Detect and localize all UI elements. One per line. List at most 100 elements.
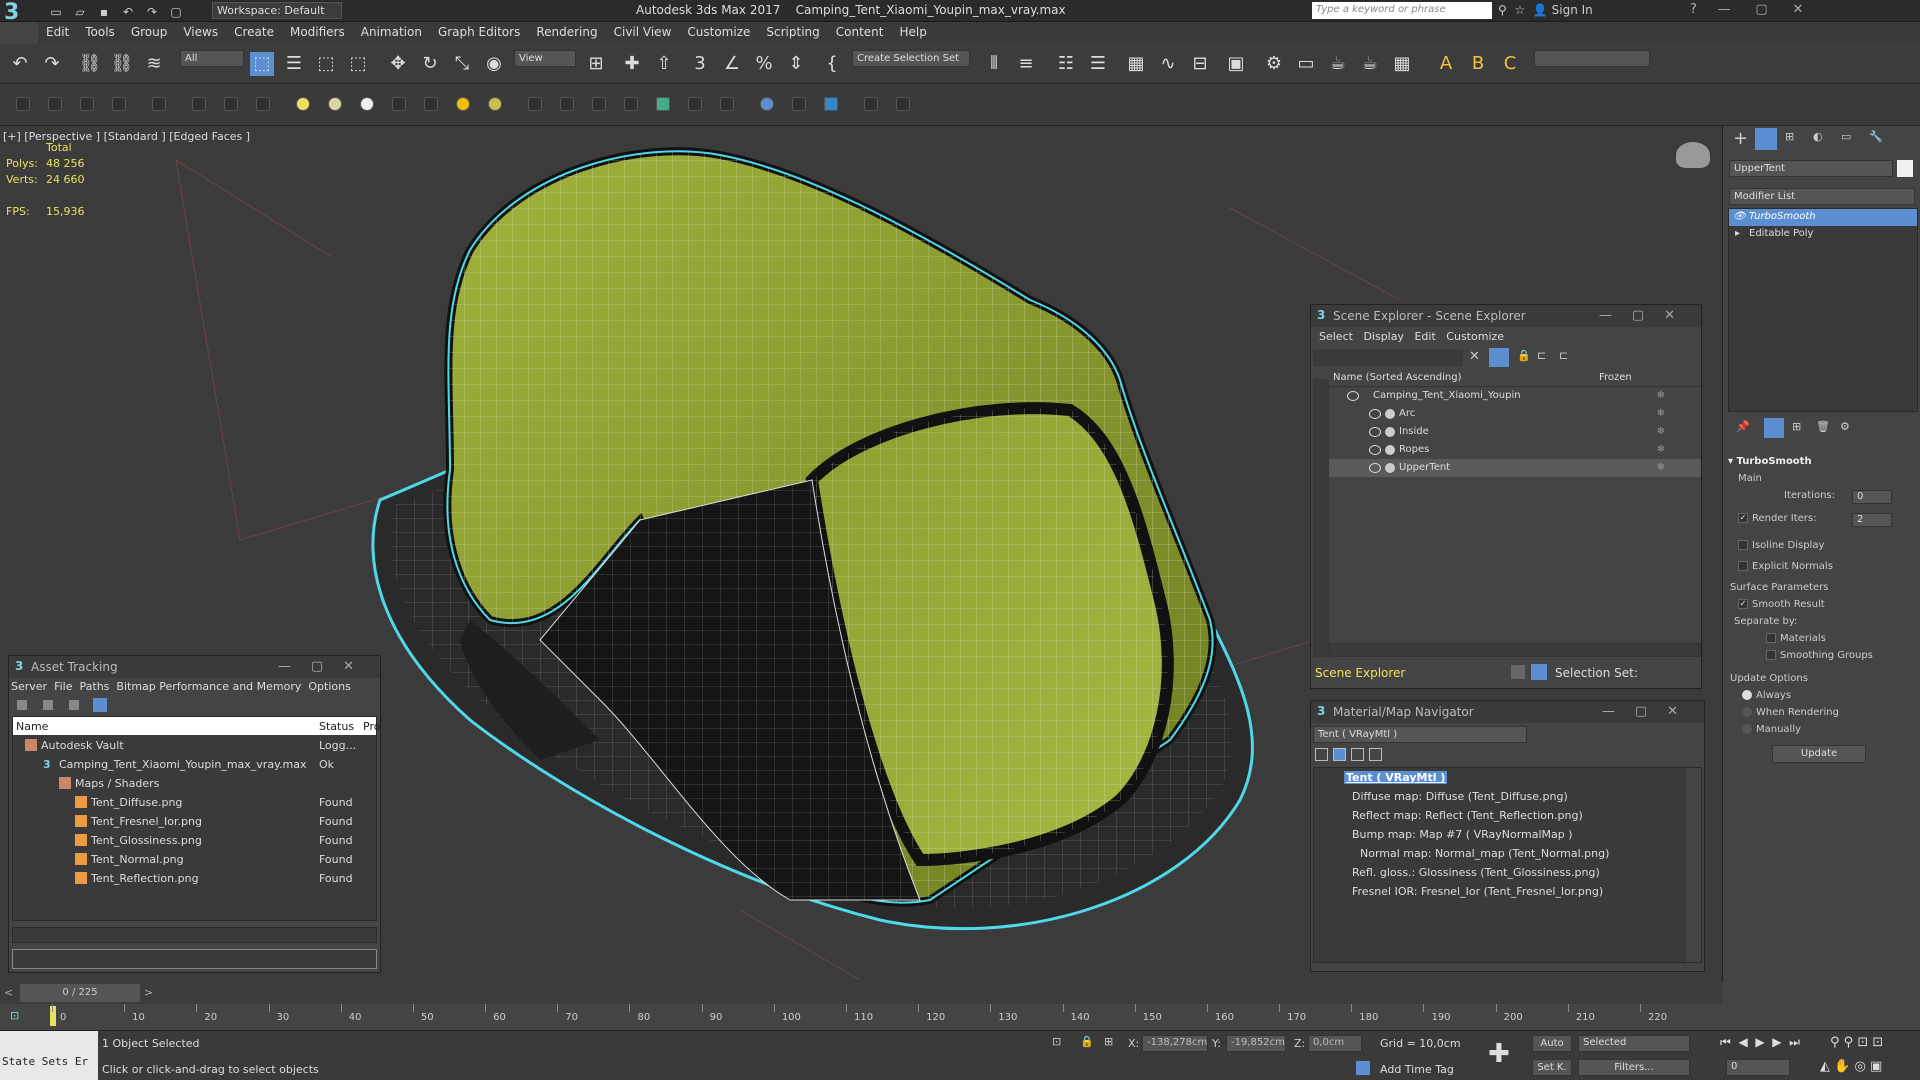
ribbon-tool-icon[interactable] — [152, 97, 166, 111]
zoom-all-icon[interactable]: ⚲ — [1844, 1035, 1854, 1050]
render-iters-checkbox[interactable]: ✓ — [1738, 513, 1748, 523]
menu-tools[interactable]: Tools — [77, 22, 123, 42]
prev-key-icon[interactable]: ◀ — [1738, 1035, 1747, 1049]
menu-display[interactable]: Display — [1363, 330, 1404, 343]
filters-button[interactable]: Filters... — [1578, 1059, 1690, 1076]
z-coordinate-field[interactable]: 0,0cm — [1308, 1035, 1362, 1052]
configure-sets-icon[interactable]: ⚙ — [1840, 420, 1850, 433]
ribbon-tool-icon[interactable] — [896, 97, 910, 111]
large-icons-icon[interactable] — [1369, 748, 1382, 761]
iterations-spinner[interactable]: 0 — [1852, 490, 1892, 504]
tree-row[interactable]: Ropes ❄ — [1329, 441, 1701, 459]
menu-create[interactable]: Create — [226, 22, 282, 42]
link-icon[interactable]: ⛓ — [78, 52, 102, 76]
toolbar-icon[interactable] — [17, 700, 27, 710]
track-bar[interactable]: ⊡ 0 10 20 30 40 50 60 70 80 90 100 110 120 130 140 150 1… — [0, 1004, 1722, 1030]
motion-tab-icon[interactable]: ◐ — [1813, 130, 1823, 143]
rect-selection-icon[interactable]: ⬚ — [314, 52, 338, 76]
always-radio[interactable] — [1742, 690, 1752, 700]
pin-stack-icon[interactable]: 📌 — [1736, 420, 1750, 433]
menu-edit[interactable]: Edit — [38, 22, 77, 42]
table-row[interactable]: Autodesk Vault Logg... — [13, 736, 376, 755]
close-icon[interactable]: ✕ — [1792, 2, 1803, 17]
hierarchy-icon[interactable]: ⊏ — [1537, 349, 1546, 362]
schematic-view-icon[interactable]: ⊟ — [1188, 52, 1212, 76]
new-file-icon[interactable]: ▭ — [47, 4, 65, 20]
mirror-icon[interactable]: ⫴ — [982, 52, 1006, 76]
filter-icon[interactable] — [1489, 348, 1509, 367]
make-unique-icon[interactable]: ⊞ — [1792, 420, 1801, 433]
pivot-icon[interactable]: ⊞ — [584, 52, 608, 76]
select-manipulate-icon[interactable]: ✚ — [620, 52, 644, 76]
minimize-icon[interactable]: — — [1718, 2, 1731, 17]
stack-item-turbosmooth[interactable]: 👁 TurboSmooth — [1729, 209, 1917, 226]
list-view-icon[interactable] — [1315, 748, 1328, 761]
sphere-yellow-icon[interactable] — [488, 97, 502, 111]
ribbon-tool-icon[interactable] — [16, 97, 30, 111]
tree-row-selected[interactable]: UpperTent ❄ — [1329, 459, 1701, 477]
selection-set-icon[interactable] — [1531, 664, 1547, 680]
light-icon[interactable] — [296, 97, 310, 111]
freeze-icon[interactable]: ❄ — [1657, 387, 1665, 405]
utilities-tab-icon[interactable]: 🔧 — [1869, 130, 1883, 143]
undo-icon[interactable]: ↶ — [119, 4, 137, 20]
rotate-icon[interactable]: ↻ — [418, 52, 442, 76]
scale-icon[interactable]: ⤡ — [450, 52, 474, 76]
menu-paths[interactable]: Paths — [80, 680, 110, 693]
play-icon[interactable]: ▶ — [1755, 1035, 1764, 1049]
hierarchy-tab-icon[interactable]: ⊞ — [1785, 130, 1794, 143]
menu-graph-editors[interactable]: Graph Editors — [430, 22, 528, 42]
expand-icon[interactable]: ▸ — [1735, 228, 1740, 239]
isoline-checkbox[interactable] — [1738, 540, 1748, 550]
table-row[interactable]: Tent_Diffuse.png Found — [13, 793, 376, 812]
orbit-icon[interactable]: ◎ — [1854, 1059, 1865, 1074]
window-controls[interactable]: —▢✕ — [1599, 308, 1695, 323]
map-row[interactable]: Bump map: Map #7 ( VRayNormalMap ) — [1314, 825, 1701, 844]
redo-icon[interactable]: ↷ — [143, 4, 161, 20]
eye-icon[interactable] — [1369, 445, 1381, 455]
tree-row[interactable]: Inside ❄ — [1329, 423, 1701, 441]
ribbon-tool-icon[interactable] — [112, 97, 126, 111]
table-row[interactable]: 3 Camping_Tent_Xiaomi_Youpin_max_vray.max… — [13, 755, 376, 774]
add-time-tag[interactable]: Add Time Tag — [1380, 1063, 1454, 1076]
eye-icon[interactable] — [1369, 409, 1381, 419]
material-row-root[interactable]: Tent ( VRayMtl ) — [1314, 768, 1701, 787]
track-bar-icon[interactable]: ⊡ — [10, 1009, 19, 1022]
percent-snap-icon[interactable]: % — [752, 52, 776, 76]
rendered-frame-icon[interactable]: ▭ — [1294, 52, 1318, 76]
isolate-icon[interactable]: ⊡ — [1052, 1035, 1061, 1048]
col-status[interactable]: Status — [319, 717, 354, 736]
spinner-snap-icon[interactable]: ⇕ — [784, 52, 808, 76]
open-file-icon[interactable]: ▱ — [71, 4, 89, 20]
project-icon[interactable]: ▢ — [167, 4, 185, 20]
menu-views[interactable]: Views — [175, 22, 226, 42]
menu-animation[interactable]: Animation — [353, 22, 430, 42]
horizontal-scrollbar[interactable] — [12, 927, 377, 943]
go-to-end-icon[interactable]: ⏭ — [1789, 1035, 1800, 1049]
keyboard-shortcut-icon[interactable]: ⇧ — [652, 52, 676, 76]
sign-in-link[interactable]: Sign In — [1552, 3, 1593, 17]
reference-coord-dropdown[interactable]: View — [514, 50, 576, 67]
zoom-extents-icon[interactable]: ⊡ — [1857, 1035, 1868, 1050]
current-frame-field[interactable]: 0 — [1726, 1059, 1790, 1076]
ribbon-tool-icon[interactable] — [592, 97, 606, 111]
ribbon-tool-icon[interactable] — [720, 97, 734, 111]
set-key-button[interactable]: Set K. — [1532, 1059, 1572, 1076]
menu-civil-view[interactable]: Civil View — [606, 22, 680, 42]
toolbar-active-icon[interactable] — [93, 698, 107, 712]
col-name[interactable]: Name (Sorted Ascending) — [1333, 369, 1462, 387]
toolbar-icon[interactable] — [43, 700, 53, 710]
set-key-icon[interactable]: ✚ — [1488, 1039, 1510, 1069]
align-icon[interactable]: ≡ — [1014, 52, 1038, 76]
modifier-list-dropdown[interactable]: Modifier List — [1729, 188, 1915, 205]
ribbon-tool-icon[interactable] — [224, 97, 238, 111]
redo-icon[interactable]: ↷ — [40, 52, 64, 76]
selection-filter-dropdown[interactable]: All — [180, 50, 244, 67]
horizontal-scrollbar[interactable] — [1329, 643, 1701, 657]
maximize-icon[interactable]: ▢ — [1755, 2, 1767, 17]
window-crossing-icon[interactable]: ⬚ — [346, 52, 370, 76]
scene-explorer-icon[interactable]: ☷ — [1054, 52, 1078, 76]
manually-radio[interactable] — [1742, 724, 1752, 734]
sphere-icon[interactable] — [328, 97, 342, 111]
menu-server[interactable]: Server — [11, 680, 47, 693]
